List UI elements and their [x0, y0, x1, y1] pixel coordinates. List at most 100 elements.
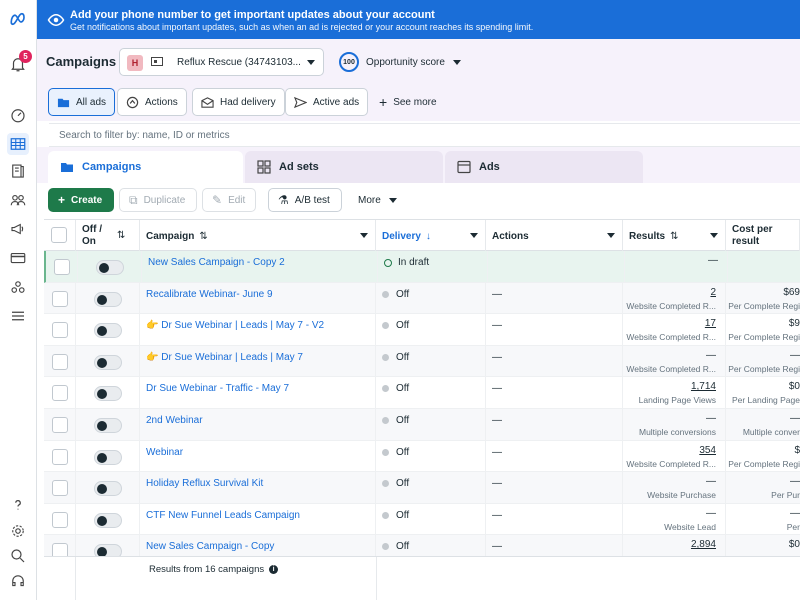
cost-number: — [790, 507, 800, 519]
select-cell [44, 409, 76, 441]
results-number[interactable]: 2,894 [624, 539, 716, 550]
filter-active-ads[interactable]: Active ads [285, 88, 369, 116]
campaign-name-link[interactable]: Holiday Reflux Survival Kit [146, 478, 263, 489]
campaign-name-link[interactable]: CTF New Funnel Leads Campaign [146, 510, 300, 521]
campaign-toggle[interactable] [94, 354, 122, 370]
tab-ad-sets[interactable]: Ad sets [245, 151, 443, 183]
campaign-toggle[interactable] [94, 481, 122, 497]
column-cost-per-result[interactable]: Cost per result [726, 220, 800, 252]
notifications-bell-icon[interactable]: 5 [7, 50, 32, 75]
campaign-toggle[interactable] [94, 449, 122, 465]
info-icon[interactable]: i [269, 565, 279, 574]
search-icon[interactable] [7, 545, 29, 567]
campaign-toggle[interactable] [94, 386, 122, 402]
results-number[interactable]: 354 [624, 445, 716, 456]
column-delivery[interactable]: Delivery ↓ [376, 220, 486, 252]
results-number[interactable]: — [624, 508, 716, 519]
all-tools-menu-icon[interactable] [7, 305, 29, 327]
results-value: — Website Purchase [624, 472, 716, 500]
row-checkbox[interactable] [52, 385, 68, 402]
campaign-toggle[interactable] [94, 323, 122, 339]
tab-campaigns[interactable]: Campaigns [48, 151, 243, 183]
campaign-name-link[interactable]: New Sales Campaign - Copy 2 [148, 257, 285, 268]
campaign-name-link[interactable]: 👉 Dr Sue Webinar | Leads | May 7 - V2 [146, 320, 324, 331]
billing-card-icon[interactable] [7, 247, 29, 269]
table-row[interactable]: New Sales Campaign - Copy 2 In draft — [44, 251, 800, 283]
tab-ads[interactable]: Ads [445, 151, 643, 183]
column-results[interactable]: Results ⇅ [623, 220, 726, 252]
edit-button[interactable]: ✎ Edit [202, 188, 256, 212]
see-more-filters[interactable]: + See more [371, 88, 445, 116]
campaign-toggle[interactable] [96, 260, 124, 275]
row-checkbox[interactable] [52, 290, 68, 307]
catalog-book-icon[interactable] [7, 160, 29, 182]
table-row[interactable]: CTF New Funnel Leads Campaign Off — — Websit… [44, 503, 800, 536]
campaign-megaphone-icon[interactable] [7, 218, 29, 240]
create-button[interactable]: + Create [48, 188, 114, 212]
campaign-toggle[interactable] [94, 418, 122, 433]
campaign-name-link[interactable]: Dr Sue Webinar - Traffic - May 7 [146, 383, 289, 394]
campaign-toggle[interactable] [94, 512, 122, 528]
filter-actions[interactable]: Actions [117, 88, 187, 116]
campaign-name-link[interactable]: 👉 Dr Sue Webinar | Leads | May 7 [146, 352, 303, 363]
table-row[interactable]: Recalibrate Webinar- June 9 Off — 2 Website … [44, 282, 800, 315]
results-number[interactable]: — [624, 350, 716, 361]
row-checkbox[interactable] [52, 511, 68, 528]
results-number[interactable]: 1,714 [624, 381, 716, 392]
row-checkbox[interactable] [54, 259, 70, 275]
help-question-icon[interactable] [7, 494, 29, 516]
results-number[interactable]: — [624, 476, 716, 487]
account-selector[interactable]: H Reflux Rescue (34743103... [119, 48, 324, 76]
row-checkbox[interactable] [52, 322, 68, 339]
table-row[interactable]: Dr Sue Webinar - Traffic - May 7 Off — 1,71… [44, 377, 800, 409]
settings-gear-icon[interactable] [7, 520, 29, 542]
dashboard-gauge-icon[interactable] [7, 104, 29, 126]
more-button[interactable]: More [349, 188, 409, 212]
campaign-name-link[interactable]: Webinar [146, 447, 183, 458]
tab-ad-sets-label: Ad sets [279, 161, 319, 173]
search-input[interactable]: Search to filter by: name, ID or metrics [49, 123, 800, 147]
opportunity-score[interactable]: 100 Opportunity score [339, 52, 461, 72]
row-checkbox[interactable] [52, 448, 68, 465]
support-headset-icon[interactable] [7, 570, 29, 592]
table-row[interactable]: Holiday Reflux Survival Kit Off — — Website … [44, 472, 800, 504]
results-number[interactable]: — [624, 413, 716, 424]
delivery-status: Off [382, 415, 409, 426]
results-type: Landing Page Views [638, 395, 716, 406]
actions-cell [486, 409, 623, 441]
table-row[interactable]: Webinar Off — 354 Website Completed R... $ Per… [44, 440, 800, 473]
table-row[interactable]: 2nd Webinar Off — — Multiple conversions — Mul… [44, 409, 800, 441]
duplicate-button[interactable]: ⧉ Duplicate [119, 188, 197, 212]
table-row[interactable]: 👉 Dr Sue Webinar | Leads | May 7 - V2 Off… [44, 314, 800, 346]
business-settings-icon[interactable] [7, 276, 29, 298]
ab-test-button[interactable]: ⚗ A/B test [268, 188, 342, 212]
campaign-name-link[interactable]: New Sales Campaign - Copy [146, 541, 274, 552]
results-number[interactable]: 17 [624, 318, 716, 329]
column-off-on[interactable]: Off / On ⇅ [76, 220, 140, 252]
row-checkbox[interactable] [52, 480, 68, 497]
table-row[interactable]: New Sales Campaign - Copy Off — 2,894 $0 [44, 535, 800, 556]
phone-number-banner[interactable]: Add your phone number to get important u… [37, 0, 800, 39]
audiences-people-icon[interactable] [7, 189, 29, 211]
campaign-toggle[interactable] [94, 544, 122, 556]
results-value: — [626, 251, 718, 269]
filter-all-ads[interactable]: All ads [48, 88, 116, 116]
row-checkbox[interactable] [52, 543, 68, 556]
select-all-checkbox[interactable] [51, 227, 67, 243]
campaign-toggle[interactable] [94, 291, 122, 307]
row-checkbox[interactable] [52, 417, 68, 433]
campaign-name-link[interactable]: 2nd Webinar [146, 415, 203, 426]
ads-manager-table-icon[interactable] [7, 133, 29, 155]
campaign-name-link[interactable]: Recalibrate Webinar- June 9 [146, 289, 273, 300]
cost-number: $69 [783, 286, 800, 298]
results-number[interactable]: 2 [624, 287, 716, 298]
ad-card-icon [457, 160, 471, 174]
row-checkbox[interactable] [52, 353, 68, 370]
filter-had-delivery[interactable]: Had delivery [192, 88, 285, 116]
column-divider [75, 557, 76, 600]
meta-logo-icon[interactable] [7, 8, 29, 30]
table-row[interactable]: 👉 Dr Sue Webinar | Leads | May 7 Off — — Web… [44, 345, 800, 378]
results-number[interactable]: — [626, 255, 718, 266]
column-campaign[interactable]: Campaign ⇅ [140, 220, 376, 252]
column-actions[interactable]: Actions [486, 220, 623, 252]
